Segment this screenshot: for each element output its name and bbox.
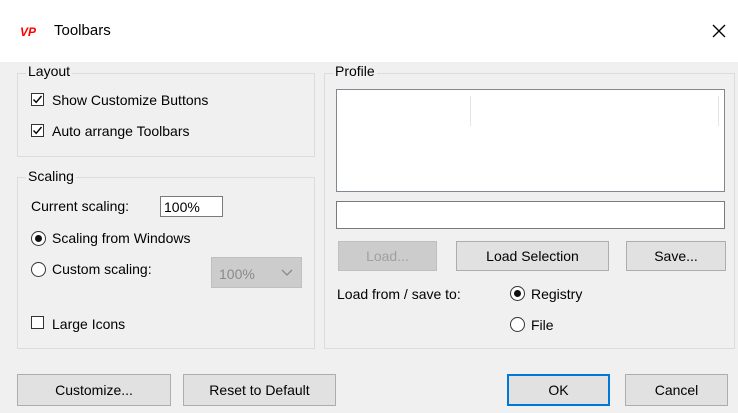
cancel-button[interactable]: Cancel [625, 374, 728, 406]
auto-arrange-label[interactable]: Auto arrange Toolbars [52, 123, 190, 139]
chevron-down-icon [281, 269, 293, 276]
custom-scaling-value: 100% [219, 266, 255, 282]
current-scaling-value: 100% [164, 199, 200, 215]
large-icons-label[interactable]: Large Icons [52, 316, 125, 332]
auto-arrange-checkbox[interactable] [31, 124, 44, 137]
custom-scaling-label[interactable]: Custom scaling: [52, 261, 152, 277]
app-logo-icon: VP [20, 25, 37, 39]
close-button[interactable] [704, 18, 734, 44]
checkmark-icon [32, 126, 43, 135]
large-icons-checkbox[interactable] [31, 316, 44, 329]
load-button[interactable]: Load... [338, 241, 437, 271]
load-selection-button[interactable]: Load Selection [456, 241, 609, 271]
radio-selected-dot [514, 290, 521, 297]
list-column-divider [718, 96, 719, 126]
scaling-group-label: Scaling [26, 168, 76, 184]
custom-scaling-dropdown[interactable]: 100% [211, 257, 302, 288]
scaling-from-windows-radio[interactable] [31, 231, 46, 246]
reset-to-default-button[interactable]: Reset to Default [183, 374, 336, 406]
current-scaling-label: Current scaling: [31, 198, 130, 214]
profile-name-input[interactable] [336, 201, 725, 229]
load-from-label: Load from / save to: [337, 286, 461, 302]
list-column-divider [470, 96, 471, 126]
registry-radio[interactable] [510, 286, 525, 301]
layout-group-label: Layout [26, 63, 73, 79]
current-scaling-field: 100% [160, 196, 223, 217]
file-radio[interactable] [510, 317, 525, 332]
file-label[interactable]: File [531, 317, 554, 333]
custom-scaling-radio[interactable] [31, 262, 46, 277]
ok-button[interactable]: OK [507, 374, 610, 406]
radio-selected-dot [35, 235, 42, 242]
scaling-from-windows-label[interactable]: Scaling from Windows [52, 230, 191, 246]
profile-group-label: Profile [333, 63, 377, 79]
save-button[interactable]: Save... [626, 241, 726, 271]
layout-group [17, 73, 315, 157]
registry-label[interactable]: Registry [531, 286, 582, 302]
profile-list[interactable] [336, 89, 725, 192]
customize-button[interactable]: Customize... [17, 374, 171, 406]
show-customize-buttons-label[interactable]: Show Customize Buttons [52, 92, 208, 108]
close-icon [712, 24, 726, 38]
window-title: Toolbars [54, 22, 111, 39]
show-customize-buttons-checkbox[interactable] [31, 93, 44, 106]
checkmark-icon [32, 95, 43, 104]
